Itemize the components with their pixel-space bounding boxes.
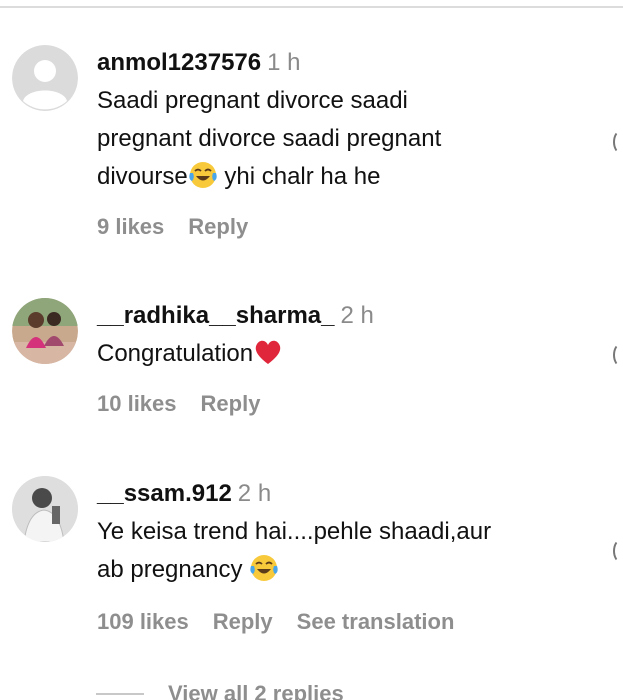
red-heart-emoji-icon	[253, 337, 283, 367]
see-translation-button[interactable]: See translation	[297, 609, 455, 634]
reply-button[interactable]: Reply	[188, 214, 248, 239]
comment-username[interactable]: __ssam.912	[97, 480, 232, 507]
comment-text-line: Congratulation	[97, 335, 602, 373]
comment-text: Saadi pregnant divorce saadi pregnant di…	[97, 82, 602, 196]
comment-text-line: divourse yhi chalr ha he	[97, 158, 602, 196]
comment-actions: 10 likes Reply	[97, 391, 602, 417]
divider	[0, 6, 623, 8]
like-heart-icon[interactable]	[613, 539, 623, 563]
comment-text-line: pregnant divorce saadi pregnant	[97, 125, 442, 152]
comment-username[interactable]: __radhika__sharma_	[97, 302, 335, 329]
comment-actions: 9 likes Reply	[97, 214, 602, 240]
comment-time[interactable]: 1 h	[267, 49, 300, 76]
reply-button[interactable]: Reply	[201, 391, 261, 416]
comment-text: Ye keisa trend hai....pehle shaadi,aur a…	[97, 513, 602, 589]
default-avatar-icon[interactable]	[12, 45, 78, 111]
view-replies-label[interactable]: View all 2 replies	[168, 681, 344, 700]
comment-text-fragment: yhi chalr ha he	[217, 163, 381, 190]
comment-time[interactable]: 2 h	[238, 480, 271, 507]
comment-text-fragment: divourse	[97, 163, 188, 190]
comment-text-line: ab pregnancy	[97, 551, 602, 589]
comment-text-line: Saadi pregnant divorce saadi	[97, 87, 408, 114]
comment-time[interactable]: 2 h	[341, 302, 374, 329]
comment-text-fragment: ab pregnancy	[97, 556, 250, 583]
comment-actions: 109 likes Reply See translation	[97, 609, 602, 635]
likes-count[interactable]: 109 likes	[97, 609, 189, 634]
comment-text: Congratulation	[97, 335, 602, 373]
likes-count[interactable]: 10 likes	[97, 391, 177, 416]
photo-avatar[interactable]	[12, 298, 78, 364]
likes-count[interactable]: 9 likes	[97, 214, 164, 239]
reply-button[interactable]: Reply	[213, 609, 273, 634]
like-heart-icon[interactable]	[613, 343, 623, 367]
comment-text-fragment: Congratulation	[97, 340, 254, 367]
photo-avatar[interactable]	[12, 476, 78, 542]
comments-panel: anmol1237576 1 h Saadi pregnant divorce s…	[0, 0, 623, 700]
view-replies-button[interactable]: View all 2 replies	[96, 681, 344, 700]
comment-username[interactable]: anmol1237576	[97, 49, 261, 76]
replies-divider	[96, 693, 144, 695]
comment-text-line: Ye keisa trend hai....pehle shaadi,aur	[97, 518, 492, 545]
like-heart-icon[interactable]	[613, 130, 623, 154]
tears-of-joy-emoji-icon	[188, 160, 218, 190]
tears-of-joy-emoji-icon	[249, 553, 279, 583]
